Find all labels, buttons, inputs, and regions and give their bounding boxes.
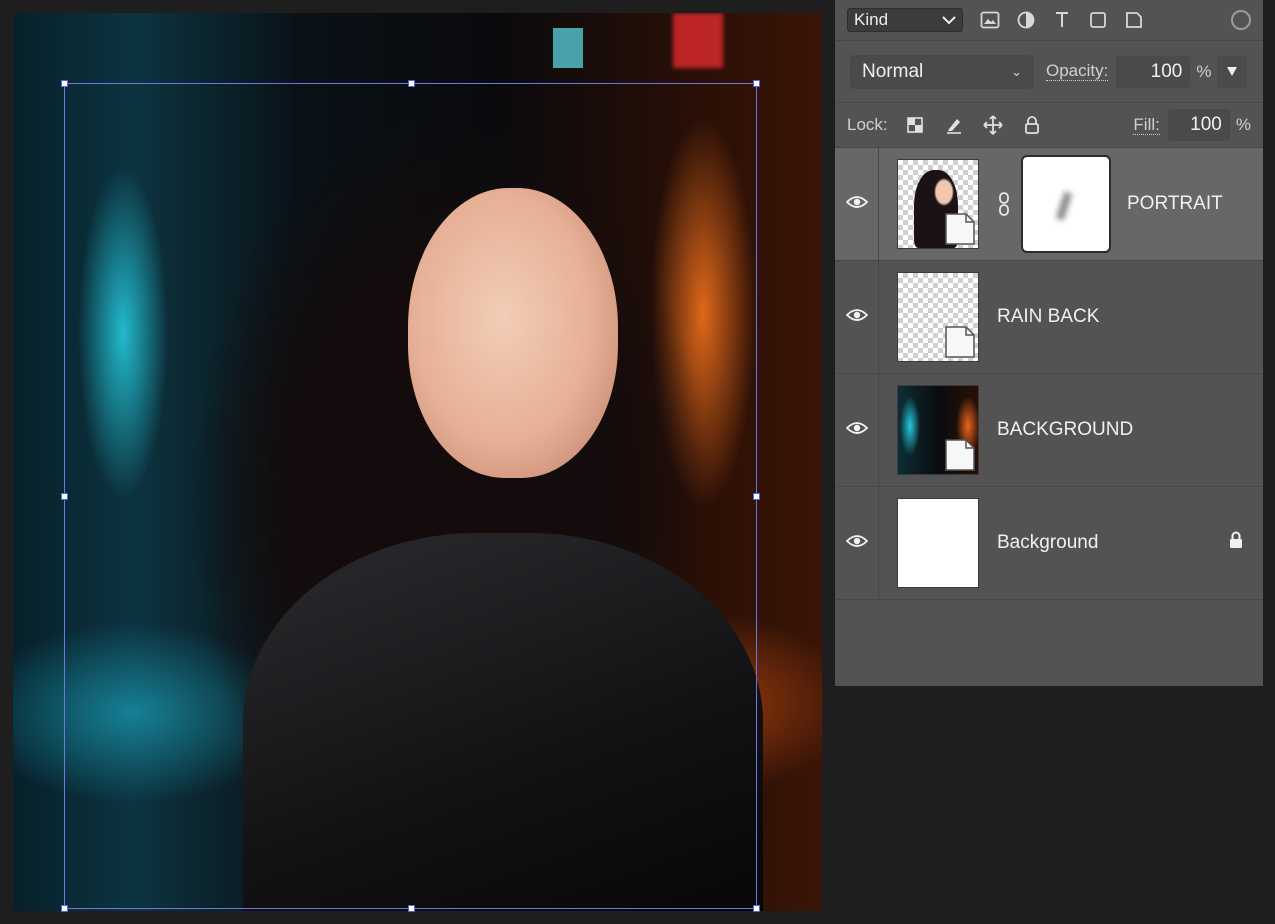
- triangle-down-icon: [1226, 62, 1238, 82]
- lock-image-pixels-icon[interactable]: [943, 114, 965, 136]
- document-canvas[interactable]: [13, 13, 822, 911]
- layer-name[interactable]: BACKGROUND: [997, 419, 1133, 441]
- lock-position-icon[interactable]: [982, 114, 1004, 136]
- chevron-down-icon: ⌄: [1011, 63, 1022, 79]
- smart-object-filter-icon[interactable]: [1123, 10, 1144, 31]
- opacity-unit: %: [1196, 61, 1212, 81]
- visibility-toggle[interactable]: [835, 261, 879, 373]
- layer-name[interactable]: PORTRAIT: [1127, 193, 1223, 215]
- fill-label[interactable]: Fill:: [1133, 115, 1160, 135]
- opacity-slider-button[interactable]: [1217, 55, 1248, 88]
- eye-icon: [845, 195, 868, 214]
- type-filter-icon[interactable]: [1051, 10, 1072, 31]
- neon-sign-red: [673, 13, 723, 68]
- layer-name[interactable]: Background: [997, 532, 1098, 554]
- visibility-toggle[interactable]: [835, 487, 879, 599]
- portrait-jacket: [243, 533, 763, 911]
- blend-mode-value: Normal: [862, 60, 924, 82]
- smart-object-icon: [945, 326, 975, 358]
- layer-thumbnail[interactable]: [897, 272, 979, 362]
- fill-input[interactable]: 100: [1167, 109, 1230, 141]
- lock-label: Lock:: [847, 115, 888, 134]
- shape-filter-icon[interactable]: [1087, 10, 1108, 31]
- eye-icon: [845, 308, 868, 327]
- filter-kind-select[interactable]: Kind: [847, 8, 963, 32]
- layers-panel: Kind Normal ⌄ Opacity: 100 % Lock: Fill:…: [835, 0, 1263, 686]
- adjustment-filter-icon[interactable]: [1015, 10, 1036, 31]
- blend-mode-select[interactable]: Normal ⌄: [850, 54, 1034, 89]
- image-filter-icon[interactable]: [979, 10, 1000, 31]
- smart-object-icon: [945, 439, 975, 471]
- visibility-toggle[interactable]: [835, 374, 879, 486]
- layer-row-background-image[interactable]: BACKGROUND: [835, 374, 1263, 487]
- filter-kind-label: Kind: [854, 10, 889, 29]
- layer-row-portrait[interactable]: PORTRAIT: [835, 148, 1263, 261]
- link-chain-icon[interactable]: [993, 192, 1015, 216]
- lock-all-icon[interactable]: [1021, 114, 1043, 136]
- layers-list: PORTRAIT RAIN BACK BACKGROUND Background: [835, 148, 1263, 600]
- layer-thumbnail[interactable]: [897, 385, 979, 475]
- eye-icon: [845, 534, 868, 553]
- layer-name[interactable]: RAIN BACK: [997, 306, 1099, 328]
- layer-row-background[interactable]: Background: [835, 487, 1263, 600]
- layer-filter-bar: Kind: [835, 0, 1263, 41]
- chevron-down-icon: [942, 10, 956, 30]
- layer-mask-thumbnail[interactable]: [1021, 155, 1111, 253]
- lock-fill-bar: Lock: Fill: 100 %: [835, 103, 1263, 148]
- blend-opacity-bar: Normal ⌄ Opacity: 100 %: [835, 41, 1263, 103]
- neon-sign-cyan: [553, 28, 583, 68]
- lock-transparent-pixels-icon[interactable]: [904, 114, 926, 136]
- fill-unit: %: [1235, 115, 1251, 134]
- filter-toggle-switch[interactable]: [1231, 10, 1251, 30]
- portrait-face: [408, 188, 618, 478]
- layer-thumbnail[interactable]: [897, 159, 979, 249]
- lock-icon[interactable]: [1229, 531, 1243, 554]
- smart-object-icon: [945, 213, 975, 245]
- visibility-toggle[interactable]: [835, 148, 879, 260]
- layer-thumbnail[interactable]: [897, 498, 979, 588]
- layer-row-rain-back[interactable]: RAIN BACK: [835, 261, 1263, 374]
- opacity-label[interactable]: Opacity:: [1046, 62, 1109, 81]
- eye-icon: [845, 421, 868, 440]
- opacity-input[interactable]: 100: [1116, 55, 1191, 88]
